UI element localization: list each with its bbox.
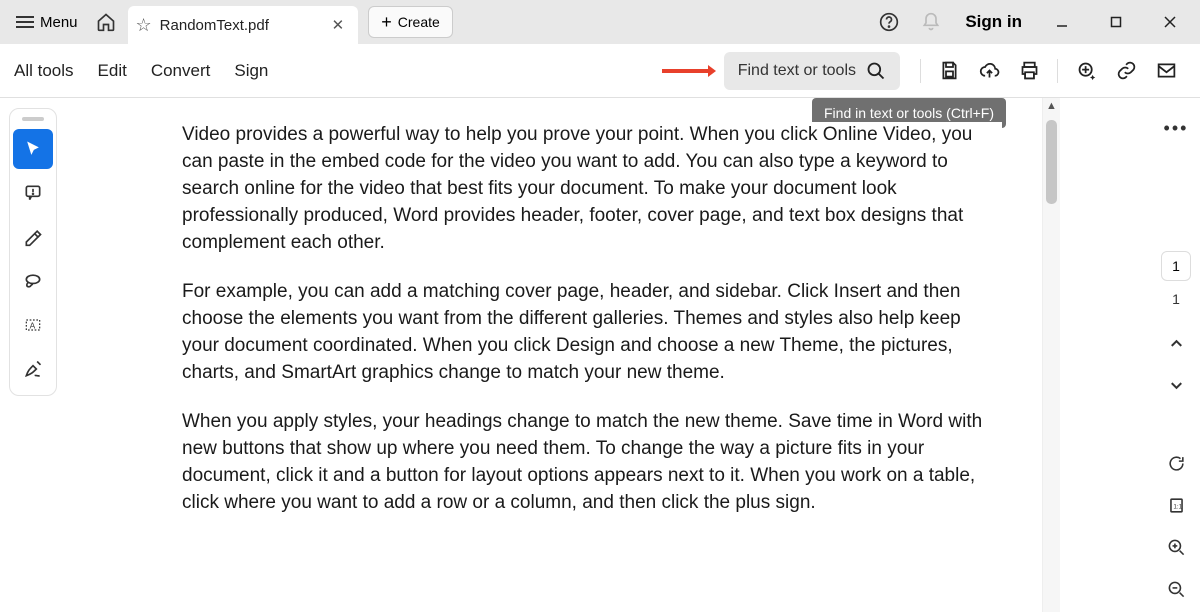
select-tool[interactable]: [13, 129, 53, 169]
rotate-button[interactable]: [1158, 443, 1194, 483]
maximize-icon: [1109, 15, 1123, 29]
sign-tool[interactable]: [13, 349, 53, 389]
menu-all-tools[interactable]: All tools: [14, 61, 74, 81]
window-minimize[interactable]: [1038, 2, 1086, 42]
zoom-out-button[interactable]: [1158, 569, 1194, 609]
toolbar-right: Find text or tools Find in text or tools…: [660, 52, 1186, 90]
notifications-button[interactable]: [913, 4, 949, 40]
link-button[interactable]: [1106, 52, 1146, 90]
link-icon: [1116, 60, 1137, 81]
hamburger-icon: [16, 13, 34, 31]
print-icon: [1019, 60, 1040, 81]
find-button[interactable]: Find text or tools: [724, 52, 900, 90]
pen-icon: [23, 359, 43, 379]
paragraph: When you apply styles, your headings cha…: [182, 409, 1002, 517]
menu-convert[interactable]: Convert: [151, 61, 211, 81]
sparkle-icon: [1076, 60, 1097, 81]
help-button[interactable]: [871, 4, 907, 40]
fit-page-icon: 1:1: [1167, 496, 1186, 515]
tab-title: RandomText.pdf: [160, 17, 320, 34]
paragraph: For example, you can add a matching cove…: [182, 279, 1002, 387]
svg-text:A: A: [30, 320, 36, 330]
main-toolbar: All tools Edit Convert Sign Find text or…: [0, 44, 1200, 98]
menu-edit[interactable]: Edit: [98, 61, 127, 81]
highlight-tool[interactable]: [13, 217, 53, 257]
cursor-icon: [23, 139, 43, 159]
find-label: Find text or tools: [738, 62, 856, 80]
menu-sign[interactable]: Sign: [234, 61, 268, 81]
save-icon: [939, 60, 960, 81]
document-page: Video provides a powerful way to help yo…: [182, 122, 1002, 612]
page-down-button[interactable]: [1158, 365, 1194, 405]
page-up-button[interactable]: [1158, 323, 1194, 363]
ai-assist-button[interactable]: [1066, 52, 1106, 90]
more-options[interactable]: •••: [1164, 112, 1189, 157]
home-icon: [96, 12, 116, 32]
cloud-upload-icon: [979, 60, 1000, 81]
right-rail: ••• 1 1 1:1: [1152, 98, 1200, 612]
svg-text:1:1: 1:1: [1173, 503, 1182, 510]
envelope-icon: [1156, 60, 1177, 81]
paragraph: Video provides a powerful way to help yo…: [182, 122, 1002, 257]
total-pages: 1: [1172, 291, 1180, 307]
app-menu-label: Menu: [40, 14, 78, 31]
window-close[interactable]: [1146, 2, 1194, 42]
chevron-up-icon: [1167, 334, 1186, 353]
star-icon[interactable]: ☆: [136, 15, 152, 36]
zoom-out-icon: [1167, 580, 1186, 599]
zoom-in-icon: [1167, 538, 1186, 557]
print-button[interactable]: [1009, 52, 1049, 90]
titlebar-right: Sign in: [871, 2, 1194, 42]
rotate-icon: [1167, 454, 1186, 473]
scroll-up-icon[interactable]: ▲: [1046, 100, 1057, 112]
draw-tool[interactable]: [13, 261, 53, 301]
sign-in-button[interactable]: Sign in: [955, 12, 1032, 32]
create-label: Create: [398, 14, 440, 30]
left-tool-panel: A: [9, 108, 57, 396]
home-button[interactable]: [88, 4, 124, 40]
left-tool-rail: A: [0, 98, 62, 612]
toolbar-menu: All tools Edit Convert Sign: [14, 61, 268, 81]
email-button[interactable]: [1146, 52, 1186, 90]
text-box-tool[interactable]: A: [13, 305, 53, 345]
zoom-in-button[interactable]: [1158, 527, 1194, 567]
comment-tool[interactable]: [13, 173, 53, 213]
chevron-down-icon: [1167, 376, 1186, 395]
help-icon: [879, 12, 899, 32]
save-button[interactable]: [929, 52, 969, 90]
window-maximize[interactable]: [1092, 2, 1140, 42]
bell-icon: [921, 12, 941, 32]
panel-grip[interactable]: [22, 117, 44, 121]
titlebar: Menu ☆ RandomText.pdf ✕ + Create Sign in: [0, 0, 1200, 44]
fit-page-button[interactable]: 1:1: [1158, 485, 1194, 525]
lasso-icon: [23, 271, 43, 291]
comment-icon: [23, 183, 43, 203]
search-icon: [866, 61, 886, 81]
callout-arrow-icon: [660, 65, 716, 77]
cloud-upload-button[interactable]: [969, 52, 1009, 90]
document-viewport: Video provides a powerful way to help yo…: [62, 98, 1152, 612]
highlighter-icon: [23, 227, 43, 247]
textbox-icon: A: [23, 315, 43, 335]
vertical-scrollbar[interactable]: ▲: [1042, 98, 1060, 612]
current-page-input[interactable]: 1: [1161, 251, 1191, 281]
app-menu-button[interactable]: Menu: [6, 7, 88, 37]
document-tab[interactable]: ☆ RandomText.pdf ✕: [128, 6, 359, 44]
close-tab-button[interactable]: ✕: [328, 16, 349, 34]
main-content: A Video provides a powerful way to help …: [0, 98, 1200, 612]
close-icon: [1163, 15, 1177, 29]
scrollbar-thumb[interactable]: [1046, 120, 1057, 204]
minimize-icon: [1055, 15, 1069, 29]
plus-icon: +: [381, 12, 392, 33]
create-button[interactable]: + Create: [368, 6, 453, 38]
